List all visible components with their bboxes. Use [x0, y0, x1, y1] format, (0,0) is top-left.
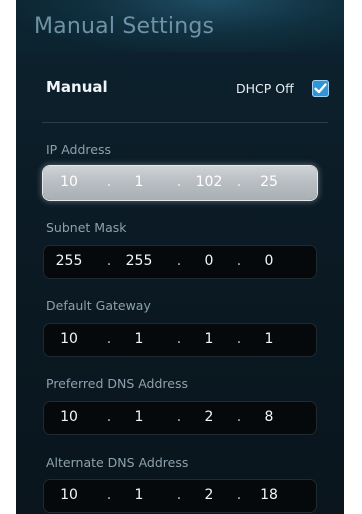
- alternate-dns-field[interactable]: 10 . 1 . 2 . 18: [43, 479, 317, 513]
- octet-separator: .: [176, 409, 182, 425]
- default-gateway-octet-1[interactable]: 10: [49, 331, 89, 347]
- preferred-dns-octet-3[interactable]: 2: [189, 409, 229, 425]
- octet-separator: .: [106, 487, 112, 503]
- default-gateway-octet-2[interactable]: 1: [119, 331, 159, 347]
- octet-separator: .: [176, 174, 182, 190]
- octet-separator: .: [176, 487, 182, 503]
- dhcp-off-checkbox[interactable]: [312, 80, 329, 97]
- octet-separator: .: [106, 409, 112, 425]
- octet-separator: .: [236, 253, 242, 269]
- default-gateway-octet-3[interactable]: 1: [189, 331, 229, 347]
- preferred-dns-octet-1[interactable]: 10: [49, 409, 89, 425]
- header-bar: Manual Settings: [16, 0, 344, 52]
- preferred-dns-octet-4[interactable]: 8: [249, 409, 289, 425]
- subnet-mask-octet-3[interactable]: 0: [189, 253, 229, 269]
- page-title: Manual Settings: [34, 14, 215, 39]
- octet-separator: .: [176, 331, 182, 347]
- octet-separator: .: [236, 487, 242, 503]
- octet-separator: .: [106, 253, 112, 269]
- alternate-dns-octet-2[interactable]: 1: [119, 487, 159, 503]
- alternate-dns-label: Alternate DNS Address: [46, 455, 189, 470]
- octet-separator: .: [106, 174, 112, 190]
- ip-address-label: IP Address: [46, 142, 111, 157]
- ip-address-octet-3[interactable]: 102: [189, 174, 229, 190]
- subnet-mask-field[interactable]: 255 . 255 . 0 . 0: [43, 245, 317, 279]
- ip-address-octet-4[interactable]: 25: [249, 174, 289, 190]
- default-gateway-field[interactable]: 10 . 1 . 1 . 1: [43, 323, 317, 357]
- manual-settings-panel: Manual Settings Manual DHCP Off IP Addre…: [16, 0, 344, 514]
- octet-separator: .: [236, 331, 242, 347]
- subnet-mask-octet-1[interactable]: 255: [49, 253, 89, 269]
- alternate-dns-octet-3[interactable]: 2: [189, 487, 229, 503]
- subnet-mask-octet-4[interactable]: 0: [249, 253, 289, 269]
- octet-separator: .: [236, 174, 242, 190]
- ip-address-octet-2[interactable]: 1: [119, 174, 159, 190]
- manual-mode-label: Manual: [46, 78, 108, 96]
- default-gateway-octet-4[interactable]: 1: [249, 331, 289, 347]
- octet-separator: .: [106, 331, 112, 347]
- preferred-dns-label: Preferred DNS Address: [46, 376, 189, 391]
- subnet-mask-octet-2[interactable]: 255: [119, 253, 159, 269]
- default-gateway-label: Default Gateway: [46, 298, 151, 313]
- dhcp-label: DHCP Off: [236, 81, 294, 96]
- ip-address-field[interactable]: 10 . 1 . 102 . 25: [43, 166, 317, 200]
- checkmark-icon: [314, 83, 327, 94]
- ip-address-octet-1[interactable]: 10: [49, 174, 89, 190]
- preferred-dns-octet-2[interactable]: 1: [119, 409, 159, 425]
- alternate-dns-octet-1[interactable]: 10: [49, 487, 89, 503]
- divider: [42, 122, 328, 123]
- subnet-mask-label: Subnet Mask: [46, 220, 127, 235]
- alternate-dns-octet-4[interactable]: 18: [249, 487, 289, 503]
- octet-separator: .: [236, 409, 242, 425]
- preferred-dns-field[interactable]: 10 . 1 . 2 . 8: [43, 401, 317, 435]
- octet-separator: .: [176, 253, 182, 269]
